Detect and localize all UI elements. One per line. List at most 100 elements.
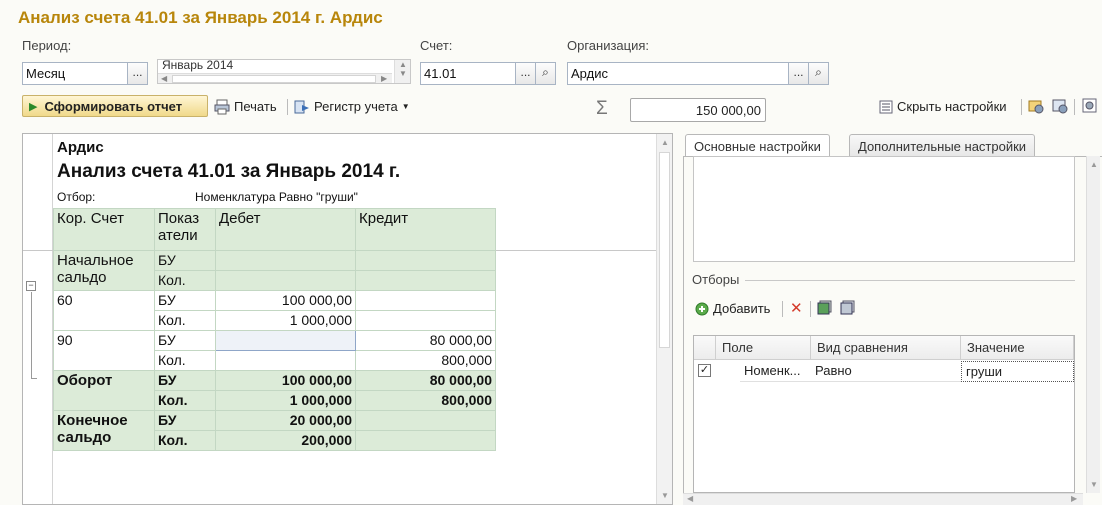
- scroll-right-icon[interactable]: ▶: [381, 74, 387, 83]
- turnover-debit-kol[interactable]: 1 000,000: [215, 390, 356, 411]
- indicator-kol: Кол.: [154, 350, 216, 371]
- register-button[interactable]: Регистр учета ▼: [294, 95, 410, 118]
- load-settings-icon[interactable]: [1028, 98, 1044, 114]
- organization-input[interactable]: Ардис: [567, 62, 789, 85]
- column-header-check: [694, 336, 716, 360]
- organization-select-button[interactable]: ...: [788, 62, 809, 85]
- account-input[interactable]: 41.01: [420, 62, 516, 85]
- table-cell[interactable]: [355, 270, 496, 291]
- account-label: Счет:: [420, 38, 453, 53]
- filters-table[interactable]: Поле Вид сравнения Значение ✓ Номенк... …: [693, 335, 1075, 493]
- credit-cell[interactable]: [355, 290, 496, 311]
- indicator-kol: Кол.: [154, 390, 216, 411]
- table-cell[interactable]: [355, 250, 496, 271]
- credit-cell[interactable]: [355, 310, 496, 331]
- table-cell[interactable]: [355, 430, 496, 451]
- grouping-gutter: [23, 134, 53, 504]
- debit-cell[interactable]: [215, 350, 356, 371]
- filter-value-cell[interactable]: груши: [961, 361, 1074, 382]
- print-button[interactable]: Печать: [214, 95, 277, 118]
- generate-report-label: Сформировать отчет: [44, 98, 183, 114]
- turnover-credit-kol[interactable]: 800,000: [355, 390, 496, 411]
- printer-icon: [214, 99, 230, 114]
- period-horizontal-scrollbar[interactable]: ◀ ▶: [158, 73, 392, 83]
- settings-vertical-scrollbar[interactable]: ▲ ▼: [1086, 156, 1100, 493]
- settings-area[interactable]: [693, 156, 1075, 262]
- corr-account-cell[interactable]: 60: [53, 290, 155, 331]
- sum-field: 150 000,00: [630, 98, 766, 122]
- delete-icon[interactable]: ✕: [790, 299, 803, 317]
- generate-report-button[interactable]: ▶ Сформировать отчет: [22, 95, 208, 117]
- report-panel[interactable]: − Ардис Анализ счета 41.01 за Январь 201…: [22, 133, 673, 505]
- debit-cell[interactable]: 1 000,000: [215, 310, 356, 331]
- toolbar-divider: [287, 99, 288, 115]
- scroll-thumb[interactable]: [172, 75, 376, 83]
- scroll-up-icon[interactable]: ▲: [661, 138, 669, 147]
- filter-field-cell[interactable]: Номенк...: [740, 361, 811, 382]
- check-all-icon[interactable]: [817, 300, 833, 316]
- table-cell[interactable]: [355, 410, 496, 431]
- period-spin-control[interactable]: ▲ ▼: [394, 60, 410, 83]
- table-row: 60 БУ 100 000,00: [53, 290, 496, 331]
- indicator-bu: БУ: [154, 250, 216, 271]
- period-type-input[interactable]: Месяц: [22, 62, 128, 85]
- save-settings-icon[interactable]: [1052, 98, 1068, 114]
- table-cell[interactable]: [215, 270, 356, 291]
- settings-horizontal-scrollbar[interactable]: ◀ ▶: [683, 493, 1083, 505]
- hide-settings-label: Скрыть настройки: [897, 99, 1007, 114]
- tab-main-settings[interactable]: Основные настройки: [685, 134, 830, 157]
- scroll-left-icon[interactable]: ◀: [161, 74, 167, 83]
- scroll-thumb[interactable]: [659, 152, 670, 348]
- report-vertical-scrollbar[interactable]: ▲ ▼: [656, 134, 672, 504]
- toolbar-divider: [1021, 99, 1022, 115]
- report-title: Анализ счета 41.01 за Январь 2014 г.: [57, 161, 401, 182]
- period-value-selector[interactable]: Январь 2014 ◀ ▶ ▲ ▼: [157, 59, 411, 84]
- sum-icon: Σ: [596, 98, 608, 119]
- account-select-button[interactable]: ...: [515, 62, 536, 85]
- debit-cell[interactable]: 100 000,00: [215, 290, 356, 311]
- column-header-field[interactable]: Поле: [716, 336, 811, 360]
- print-label: Печать: [234, 99, 277, 114]
- credit-cell[interactable]: 800,000: [355, 350, 496, 371]
- play-icon: ▶: [29, 100, 38, 113]
- indicator-kol: Кол.: [154, 270, 216, 291]
- credit-cell[interactable]: 80 000,00: [355, 330, 496, 351]
- scroll-left-icon[interactable]: ◀: [687, 494, 693, 503]
- report-options-icon[interactable]: [1082, 98, 1098, 114]
- turnover-debit-bu[interactable]: 100 000,00: [215, 370, 356, 391]
- spin-up-icon[interactable]: ▲: [399, 60, 407, 69]
- collapse-group-icon[interactable]: −: [26, 281, 36, 291]
- add-filter-button[interactable]: Добавить: [695, 297, 770, 320]
- report-table: Кор. Счет Показ атели Дебет Кредит Начал…: [53, 208, 496, 451]
- filter-comparison-cell[interactable]: Равно: [811, 361, 961, 382]
- search-icon: ⌕: [815, 65, 822, 79]
- scroll-right-icon[interactable]: ▶: [1071, 494, 1077, 503]
- corr-account-cell[interactable]: 90: [53, 330, 155, 371]
- toolbar-divider: [810, 301, 811, 317]
- table-cell[interactable]: [215, 250, 356, 271]
- scroll-down-icon[interactable]: ▼: [661, 491, 669, 500]
- register-icon: [294, 100, 309, 113]
- filters-section-line: [745, 280, 1075, 281]
- indicator-bu: БУ: [154, 330, 216, 351]
- tab-additional-settings[interactable]: Дополнительные настройки: [849, 134, 1036, 157]
- report-organization: Ардис: [57, 139, 104, 156]
- organization-search-button[interactable]: ⌕: [808, 62, 829, 85]
- period-type-select-button[interactable]: ...: [127, 62, 148, 85]
- turnover-credit-bu[interactable]: 80 000,00: [355, 370, 496, 391]
- selected-cell[interactable]: [215, 330, 356, 351]
- filter-enabled-checkbox[interactable]: ✓: [698, 364, 711, 377]
- indicator-bu: БУ: [154, 410, 216, 431]
- closing-balance-label: Конечное сальдо: [53, 410, 155, 451]
- scroll-up-icon[interactable]: ▲: [1090, 160, 1098, 169]
- account-search-button[interactable]: ⌕: [535, 62, 556, 85]
- uncheck-all-icon[interactable]: [840, 300, 856, 316]
- hide-settings-button[interactable]: Скрыть настройки: [879, 95, 1007, 118]
- closing-debit-kol[interactable]: 200,000: [215, 430, 356, 451]
- closing-balance-row: Конечное сальдо БУ 20 000,00: [53, 410, 496, 451]
- scroll-down-icon[interactable]: ▼: [1090, 480, 1098, 489]
- spin-down-icon[interactable]: ▼: [399, 69, 407, 78]
- column-header-comparison[interactable]: Вид сравнения: [811, 336, 961, 360]
- column-header-value[interactable]: Значение: [961, 336, 1074, 360]
- closing-debit-bu[interactable]: 20 000,00: [215, 410, 356, 431]
